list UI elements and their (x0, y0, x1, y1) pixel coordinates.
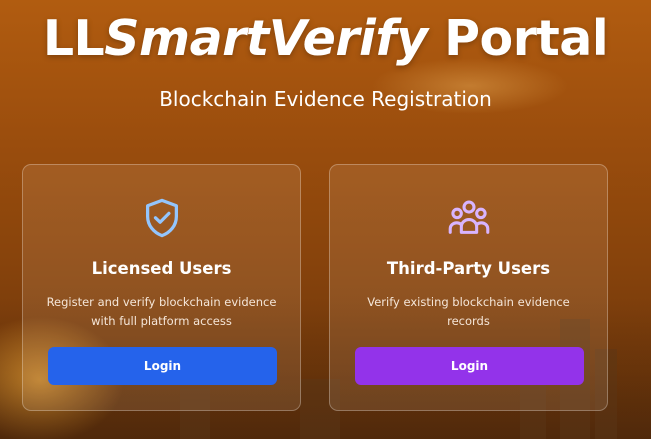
title-prefix: LL (42, 10, 105, 67)
card-description: Verify existing blockchain evidence reco… (367, 295, 570, 328)
card-description: Register and verify blockchain evidence … (46, 295, 277, 328)
card-title: Third-Party Users (386, 259, 551, 278)
title-italic: SmartVerify (104, 10, 428, 67)
page-subtitle: Blockchain Evidence Registration (159, 87, 492, 111)
third-party-users-card: Third-Party Users Verify existing blockc… (329, 164, 608, 411)
card-title: Licensed Users (91, 259, 232, 278)
page-title: LLSmartVerify Portal (0, 0, 651, 72)
licensed-users-card: Licensed Users Register and verify block… (22, 164, 301, 411)
shield-check-icon (145, 198, 178, 238)
licensed-login-button[interactable]: Login (48, 347, 277, 385)
third-party-login-button[interactable]: Login (355, 347, 584, 385)
page-header: LLSmartVerify Portal Blockchain Evidence… (0, 0, 651, 112)
title-suffix: Portal (427, 10, 609, 67)
users-group-icon (448, 200, 489, 234)
